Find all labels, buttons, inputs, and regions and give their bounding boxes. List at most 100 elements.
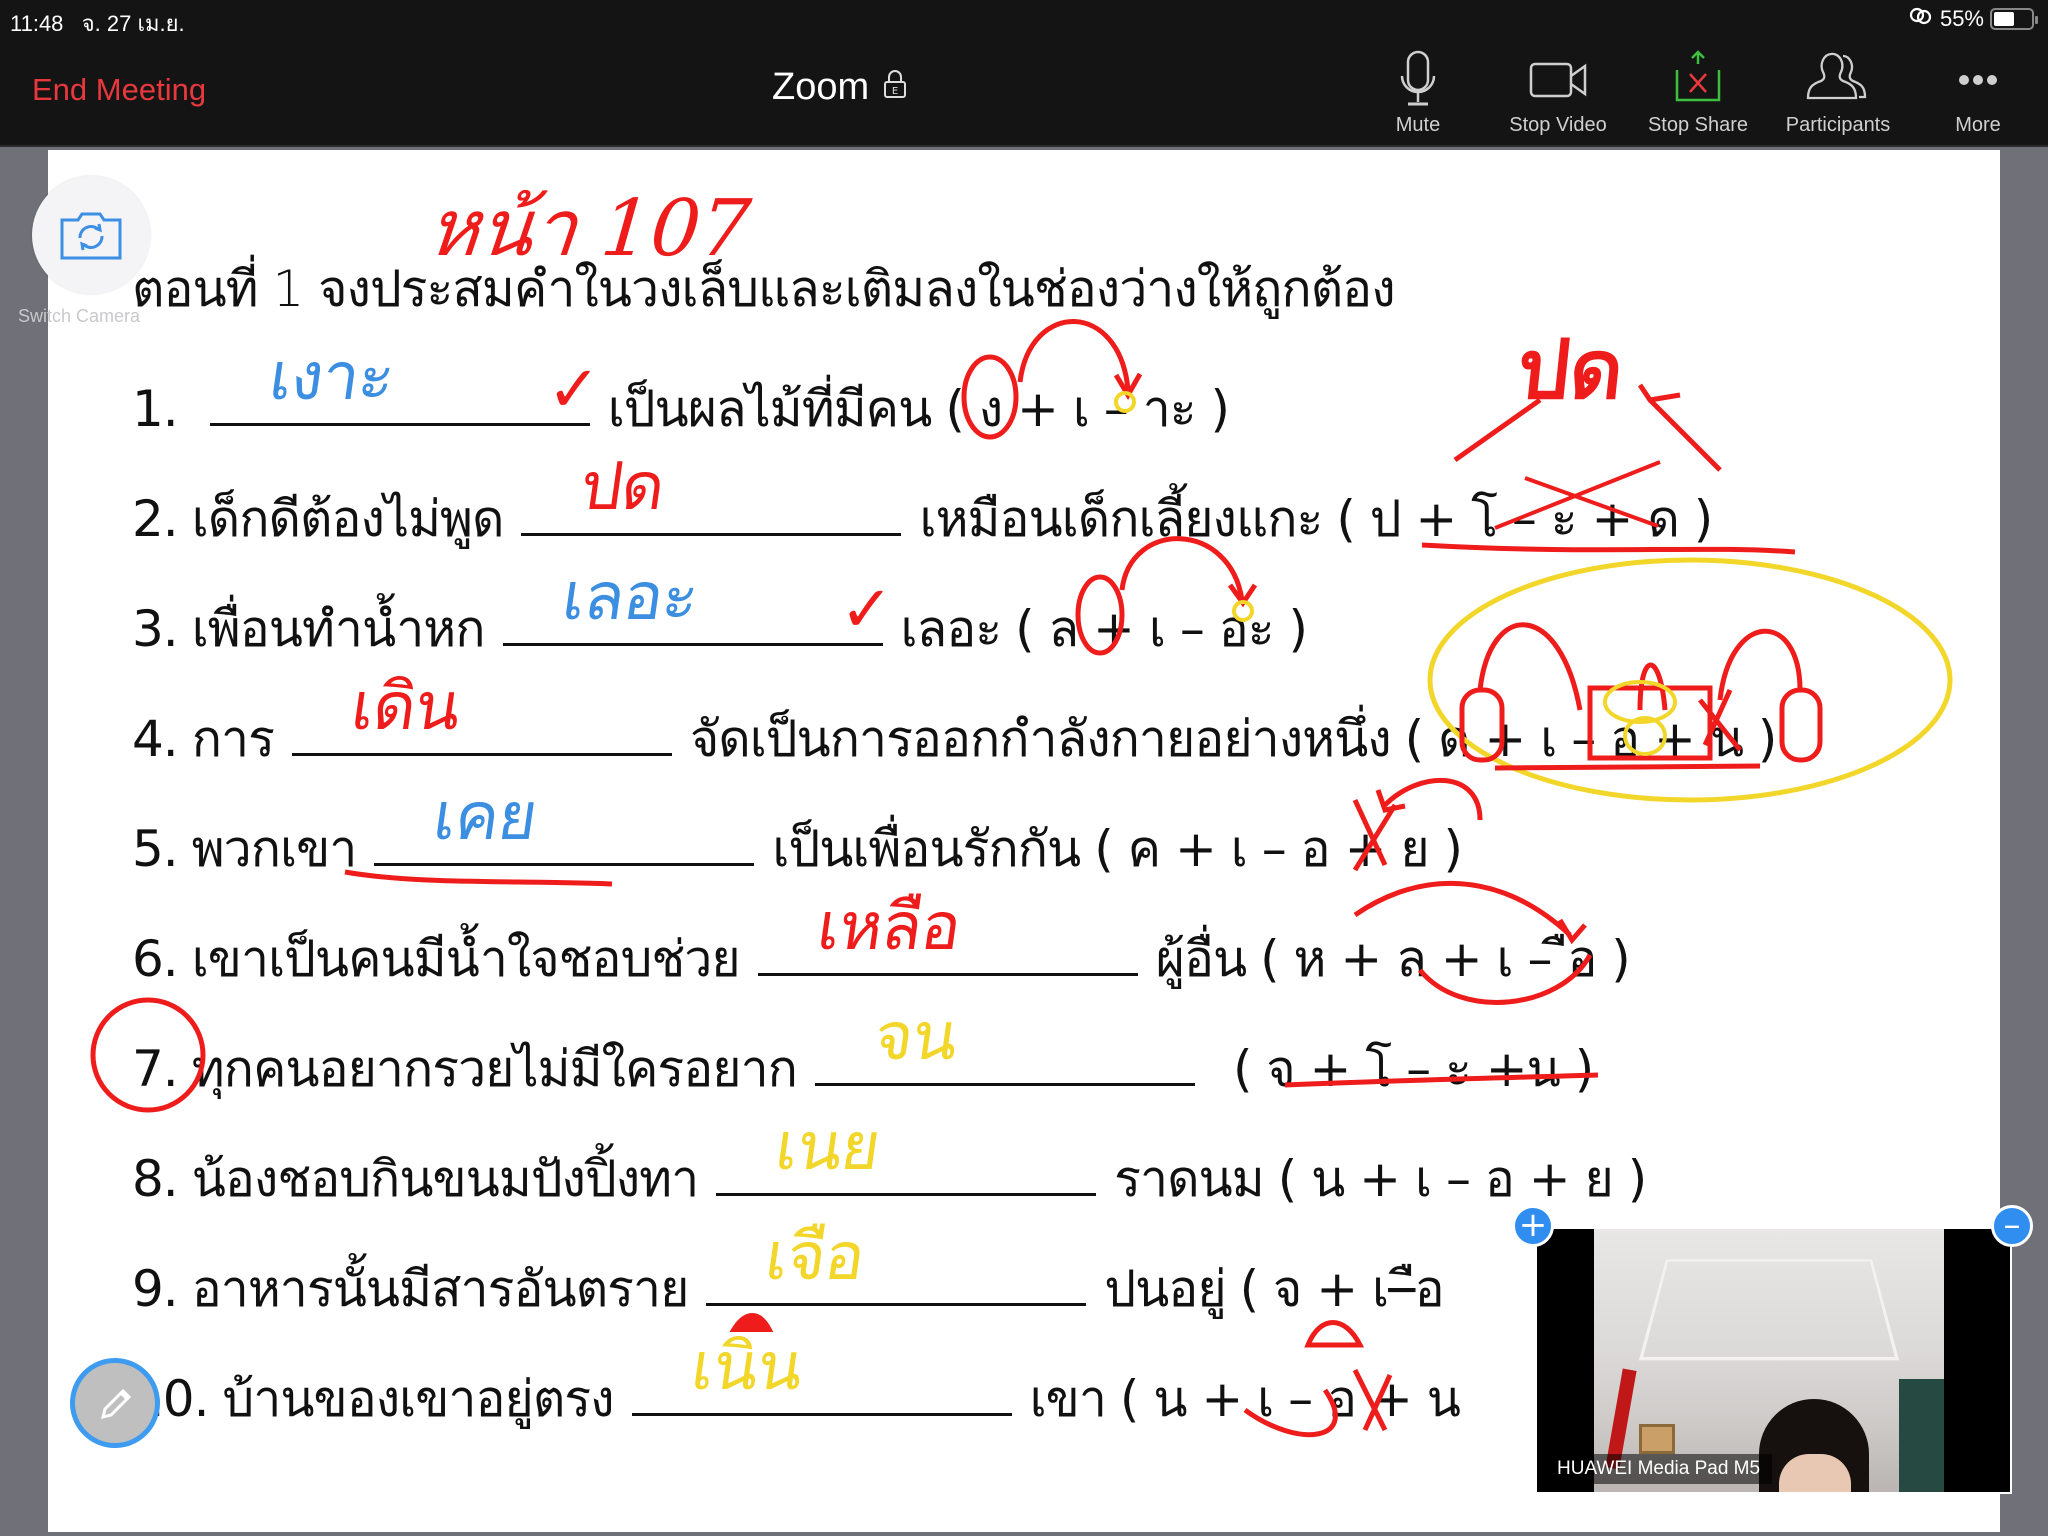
switch-camera-icon	[60, 212, 122, 260]
exercise-prompt-before: น้องชอบกินขนมปังปิ้งทา	[191, 1150, 699, 1208]
exercise-prompt-after: เขา	[1029, 1370, 1107, 1428]
exercise-number: 2.	[132, 490, 179, 548]
exercise-prompt-before: อาหารนั้นมีสารอันตราย	[191, 1260, 690, 1318]
exercise-number: 6.	[132, 930, 179, 988]
video-person-face	[1779, 1454, 1851, 1492]
exercise-row: 2. เด็กดีต้องไม่พูด ปด เหมือนเด็กเลี้ยงแกะ(…	[132, 448, 1713, 559]
exercise-number: 7.	[132, 1040, 179, 1098]
word-formula: ( ง + เ – าะ )	[945, 380, 1230, 438]
exercise-prompt-before: การ	[191, 710, 275, 768]
expand-video-button[interactable]: +	[1512, 1205, 1554, 1247]
answer-blank[interactable]: เลอะ ✓	[502, 558, 893, 647]
answer-blank[interactable]: เคย	[374, 778, 755, 866]
exercise-prompt-after: เลอะ	[900, 600, 1003, 658]
word-formula: ( ด + เ – อ + น )	[1404, 710, 1778, 768]
answer-blank[interactable]: เนย	[716, 1108, 1097, 1196]
status-bar-right: 55%	[1908, 6, 2038, 32]
handwritten-answer: เคย	[428, 778, 543, 855]
microphone-icon	[1400, 50, 1436, 106]
mute-button[interactable]: Mute	[1348, 50, 1488, 137]
video-camera-icon	[1529, 62, 1587, 98]
exercise-row: 4. การ เดินจัดเป็นการออกกำลังกายอย่างหนึ่ง…	[132, 668, 1778, 779]
word-formula: ( จ + เ–ือ	[1239, 1260, 1445, 1318]
handwritten-answer: จน	[869, 998, 963, 1075]
handwritten-answer: เดิน	[346, 668, 465, 745]
handwritten-answer: เนย	[770, 1108, 885, 1185]
word-formula: ( น + เ – อ + ย )	[1277, 1150, 1648, 1208]
clock: 11:48	[10, 11, 64, 36]
word-formula: ( จ + โ – ะ +น )	[1232, 1040, 1594, 1098]
exercise-prompt-after: จัดเป็นการออกกำลังกายอย่างหนึ่ง	[689, 710, 1392, 768]
share-screen-icon	[1675, 50, 1721, 102]
video-picture-frame	[1639, 1424, 1675, 1454]
more-button[interactable]: More	[1908, 50, 2048, 137]
end-meeting-button[interactable]: End Meeting	[32, 72, 206, 108]
mute-label: Mute	[1395, 114, 1441, 136]
battery-percent: 55%	[1939, 6, 1984, 31]
collapse-video-button[interactable]: –	[1991, 1205, 2033, 1247]
handwritten-answer: เจือ	[760, 1218, 870, 1295]
meeting-title: Zoom E	[772, 66, 907, 109]
exercise-prompt-before: ทุกคนอยากรวยไม่มีใครอยาก	[191, 1040, 798, 1098]
status-bar-time: 11:48 จ. 27 เม.ย.	[10, 6, 185, 41]
answer-blank[interactable]: เหลือ	[757, 888, 1138, 976]
meeting-title-text: Zoom	[772, 66, 870, 108]
stop-share-button[interactable]: Stop Share	[1628, 50, 1768, 137]
more-label: More	[1955, 114, 2001, 136]
exercise-prompt-before: เขาเป็นคนมีน้ำใจชอบช่วย	[191, 930, 741, 988]
stop-video-button[interactable]: Stop Video	[1488, 50, 1628, 137]
video-ceiling	[1638, 1259, 1900, 1361]
word-formula: ( ห + ล + เ – ือ )	[1260, 930, 1631, 988]
exercise-number: 1.	[132, 380, 179, 438]
annotate-button[interactable]	[70, 1358, 160, 1448]
exercise-prompt-after: ปนอยู่	[1104, 1260, 1226, 1318]
encrypted-lock-icon[interactable]: E	[883, 66, 907, 109]
handwritten-answer: เงาะ	[264, 338, 399, 415]
answer-blank[interactable]: เงาะ ✓	[209, 338, 601, 427]
check-mark-icon: ✓	[547, 353, 601, 427]
handwritten-side-annotation: ปด	[1512, 323, 1629, 418]
answer-blank[interactable]: จน	[814, 998, 1195, 1086]
zoom-top-bar: 11:48 จ. 27 เม.ย. 55% End Meeting Zoom E…	[0, 0, 2048, 147]
handwritten-answer: เหลือ	[812, 888, 966, 965]
switch-camera-button[interactable]	[32, 176, 150, 294]
handwritten-answer: ปด	[576, 448, 670, 525]
answer-blank[interactable]: ปด	[521, 448, 902, 536]
exercise-row: 5. พวกเขา เคย เป็นเพื่อนรักกัน( ค + เ – อ +…	[132, 778, 1463, 889]
participants-button[interactable]: Participants	[1768, 50, 1908, 137]
answer-blank[interactable]: เจือ	[706, 1218, 1087, 1306]
video-window	[1899, 1379, 1944, 1492]
exercise-number: 5.	[132, 820, 179, 878]
more-dots-icon	[1959, 75, 1997, 85]
check-mark-icon: ✓	[839, 573, 894, 647]
exercise-prompt-after: ราดนม	[1114, 1150, 1265, 1208]
switch-camera-label: Switch Camera	[18, 306, 141, 326]
word-formula: ( น + เ – อ + น	[1119, 1370, 1461, 1428]
exercise-prompt-before: บ้านของเขาอยู่ตรง	[222, 1370, 615, 1428]
video-device-label: HUAWEI Media Pad M5	[1545, 1454, 1773, 1484]
stop-share-label: Stop Share	[1647, 114, 1749, 136]
exercise-row: 8. น้องชอบกินขนมปังปิ้งทา เนยราดนม( น + เ …	[132, 1108, 1648, 1219]
screen-mirroring-icon	[1908, 6, 1934, 32]
exercise-number: 9.	[132, 1260, 179, 1318]
exercise-row: 3. เพื่อนทำน้ำหก เลอะ ✓ เลอะ( ล + เ – อะ )	[132, 558, 1308, 669]
exercise-number: 3.	[132, 600, 179, 658]
worksheet-heading: ตอนที่ 1 จงประสมคำในวงเล็บและเติมลงในช่อ…	[132, 260, 1396, 318]
participants-label: Participants	[1785, 114, 1891, 136]
exercise-number: 4.	[132, 710, 179, 768]
stop-video-label: Stop Video	[1509, 114, 1607, 136]
self-video-thumbnail[interactable]: HUAWEI Media Pad M5	[1535, 1227, 2012, 1494]
exercise-prompt-before: เด็กดีต้องไม่พูด	[191, 490, 505, 548]
exercise-prompt-before: พวกเขา	[191, 820, 358, 878]
answer-blank[interactable]: เดิน	[291, 668, 672, 756]
answer-blank[interactable]: เนิน	[631, 1328, 1012, 1416]
exercise-row: 1. เงาะ ✓ เป็นผลไม้ที่มีคน( ง + เ – าะ )	[132, 338, 1230, 449]
exercise-row: 10. บ้านของเขาอยู่ตรง เนิน เขา( น + เ – อ +…	[132, 1328, 1461, 1439]
exercise-prompt-after: เหมือนเด็กเลี้ยงแกะ	[919, 490, 1323, 548]
handwritten-answer: เลอะ	[557, 558, 703, 635]
participants-icon	[1806, 52, 1867, 100]
handwritten-answer: เนิน	[686, 1328, 807, 1405]
exercise-number: 8.	[132, 1150, 179, 1208]
word-formula: ( ค + เ – อ + ย )	[1094, 820, 1463, 878]
meeting-toolbar: Mute Stop Video Stop Share Participants …	[1348, 50, 2048, 137]
